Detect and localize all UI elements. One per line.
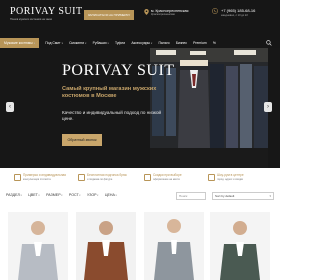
filter-price[interactable]: ЦЕНА▾ [105,193,117,197]
chevron-down-icon: ▾ [107,41,109,45]
logo-subtitle: Пошив мужских костюмов на заказ [10,18,53,21]
filter-size[interactable]: РАЗМЕР▾ [46,193,62,197]
product-card-image[interactable] [76,212,136,280]
catalog-search-input[interactable]: Поиск [176,192,206,200]
fitting-signup-button[interactable]: ЗАПИСАТЬСЯ НА ПРИМЕРКУ [84,10,134,20]
chevron-down-icon: ▾ [33,41,36,45]
phone-number[interactable]: +7 (965) 185-68-16 [221,8,255,13]
product-card-image[interactable] [210,212,270,280]
chevron-down-icon: ▾ [61,194,63,197]
contacts-block: +7 (965) 185-68-16 ежедневно, с 10 до 22 [212,8,255,17]
sort-select[interactable]: Sort by default ▾ [212,192,274,200]
chevron-down-icon: ▾ [61,41,63,45]
chevron-down-icon: ▾ [79,194,81,197]
search-icon[interactable] [266,40,272,46]
filter-color[interactable]: ЦВЕТ▾ [28,193,40,197]
product-grid [0,212,280,280]
tag-icon [14,174,21,181]
slider-next-arrow-icon[interactable]: › [264,102,272,112]
main-nav: Мужские костюмы▾ Под Смит▾ Смокинги▾ Руб… [0,37,280,49]
logo-text: PORIVAY SUIT [10,6,83,17]
feature-item: Примерка и индивидуальная консультация с… [14,173,66,181]
nav-item-shirts[interactable]: Рубашки▾ [93,38,109,49]
nav-item-premium[interactable]: Premium [193,38,207,48]
nav-item-accessories[interactable]: Аксессуары▾ [131,38,152,49]
chevron-down-icon: ▾ [85,41,87,45]
feature-subtitle: и пиджака по фигуре [87,177,113,181]
callback-button[interactable]: Обратный звонок [62,134,102,146]
nav-item-shoes[interactable]: Туфли [115,38,125,48]
nav-item-coats[interactable]: Пальто [158,38,169,48]
filter-height[interactable]: РОСТ▾ [69,193,81,197]
percent-icon [144,174,151,181]
filter-section[interactable]: РАЗДЕЛ▾ [6,193,22,197]
location-subtext: Краснопресненская [151,13,175,16]
nav-item-sale[interactable]: % [213,38,216,48]
nav-item-mens-suits[interactable]: Мужские костюмы▾ [0,37,40,49]
logo[interactable]: PORIVAY SUIT Пошив мужских костюмов на з… [10,6,83,21]
working-hours: ежедневно, с 10 до 22 [221,14,248,17]
feature-item: Бесплатная подгонка брюк и пиджака по фи… [78,173,127,181]
chevron-down-icon: ▾ [150,41,153,45]
slider-prev-arrow-icon[interactable]: ‹ [6,102,14,112]
filter-pattern[interactable]: УЗОР▾ [87,193,98,197]
location-block[interactable]: м. Краснопресненская Краснопресненская [144,9,188,16]
hero-banner: PORIVAY SUIT Самый крупный магазин мужск… [0,48,280,168]
chevron-down-icon: ▾ [269,194,271,198]
store-icon [208,174,215,181]
scissors-icon [78,174,85,181]
feature-item: Скидки при выборе оформление на месте [144,173,182,181]
product-card-image[interactable] [144,212,204,280]
feature-item: Шоу-рум в центре город. адрес и скидки [208,173,244,181]
chevron-down-icon: ▾ [97,194,99,197]
site-header: PORIVAY SUIT Пошив мужских костюмов на з… [0,0,280,38]
nav-item-pod-smit[interactable]: Под Смит▾ [45,38,63,49]
chevron-down-icon: ▾ [20,194,22,197]
feature-subtitle: город. адрес и скидки [217,177,244,181]
hero-title: PORIVAY SUIT [62,62,175,79]
hero-heading: Самый крупный магазин мужских костюмов в… [62,86,157,99]
feature-subtitle: оформление на месте [153,177,180,181]
map-pin-icon [144,9,149,15]
chevron-down-icon: ▾ [38,194,40,197]
product-card-image[interactable] [8,212,68,280]
features-row: Примерка и индивидуальная консультация с… [0,170,280,188]
nav-item-business[interactable]: Бизнес [176,38,187,48]
feature-subtitle: консультация стилиста [23,177,51,181]
chevron-down-icon: ▾ [115,194,117,197]
nav-item-tuxedos[interactable]: Смокинги▾ [69,38,86,49]
phone-icon [212,8,218,14]
hero-description: Качество и индивидуальный подход по низк… [62,110,162,122]
